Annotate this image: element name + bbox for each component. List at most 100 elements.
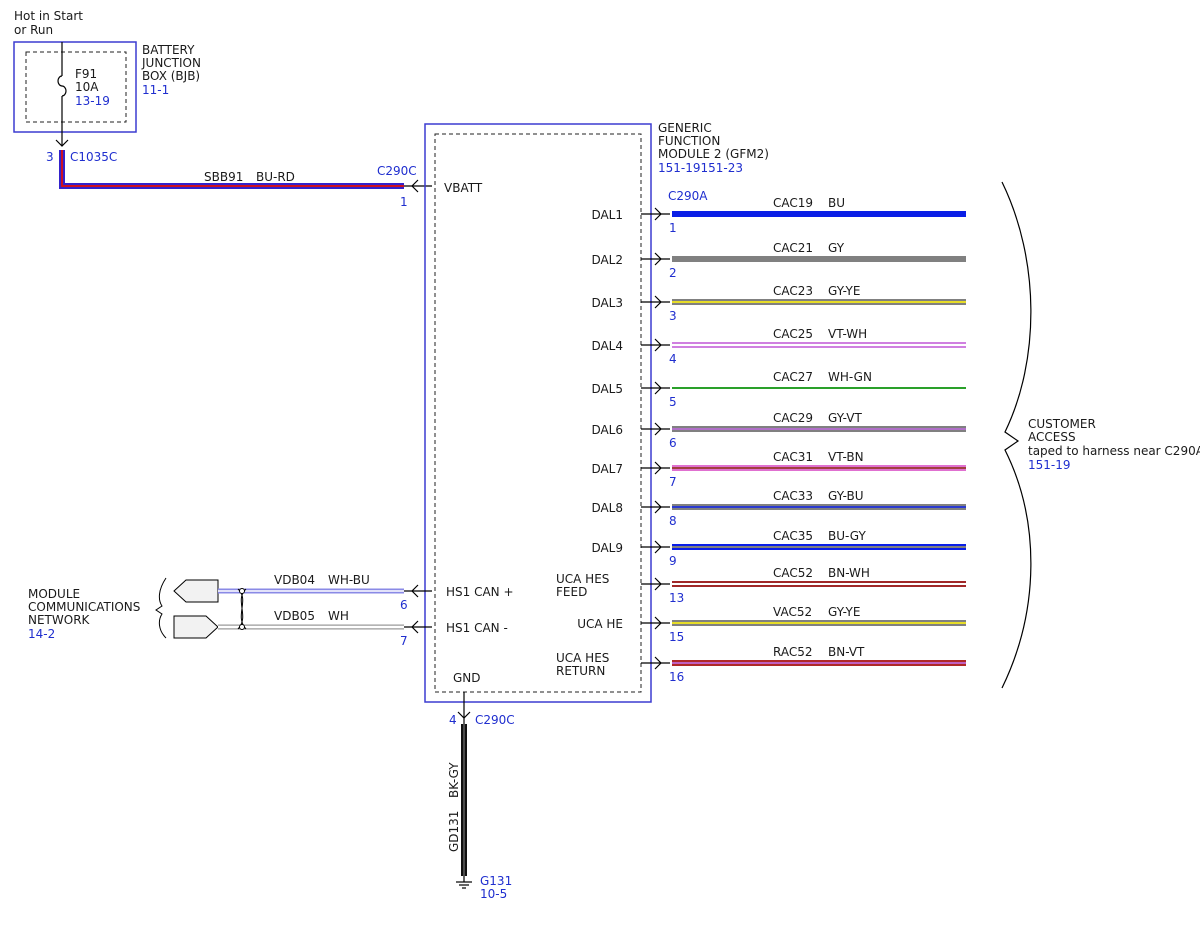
output-color: VT-BN: [828, 450, 864, 464]
customer-access-brace: [1001, 181, 1032, 689]
output-pin: 8: [669, 514, 677, 528]
output-pin-name-line1: UCA HES: [556, 572, 609, 586]
output-circuit: CAC21: [773, 241, 813, 255]
fuse-rating: 10A: [75, 80, 99, 94]
fuse-ref-link[interactable]: 13-19: [75, 94, 110, 108]
customer-access-line3: taped to harness near C290A: [1028, 444, 1200, 458]
output-color: GY-BU: [828, 489, 864, 503]
output-pin: 4: [669, 352, 677, 366]
output-pin: 2: [669, 266, 677, 280]
output-pin-name: DAL2: [591, 253, 623, 267]
network-label-line2: COMMUNICATIONS: [28, 600, 140, 614]
output-pin-name: DAL7: [591, 462, 623, 476]
output-pin: 5: [669, 395, 677, 409]
gnd-pin-name: GND: [453, 671, 481, 685]
output-pin-name: DAL6: [591, 423, 623, 437]
output-pin: 3: [669, 309, 677, 323]
output-pin-name-line2: FEED: [556, 585, 587, 599]
output-circuit: RAC52: [773, 645, 813, 659]
output-pin: 6: [669, 436, 677, 450]
hot-label-line1: Hot in Start: [14, 9, 83, 23]
network-label-line3: NETWORK: [28, 613, 91, 627]
customer-access-line1: CUSTOMER: [1028, 417, 1096, 431]
output-pin: 1: [669, 221, 677, 235]
can-high-pin: 6: [400, 598, 408, 612]
output-circuit: CAC23: [773, 284, 813, 298]
output-pin-name: DAL9: [591, 541, 623, 555]
output-color: GY: [828, 241, 845, 255]
output-circuit: CAC25: [773, 327, 813, 341]
network-ref-link[interactable]: 14-2: [28, 627, 55, 641]
can-low-connector-shape: [173, 615, 219, 639]
output-circuit: CAC19: [773, 196, 813, 210]
output-pin-name-line2: RETURN: [556, 664, 605, 678]
can-low-color: WH: [328, 609, 349, 623]
wiring-diagram: Hot in Start or Run F91 10A 13-19 BATTER…: [13, 9, 1200, 901]
output-circuit: CAC31: [773, 450, 813, 464]
bjb-pin: 3: [46, 150, 54, 164]
output-pin: 7: [669, 475, 677, 489]
ground-color: BK-GY: [447, 762, 461, 798]
customer-access-ref-link[interactable]: 151-19: [1028, 458, 1071, 472]
output-pin-name: DAL1: [591, 208, 623, 222]
customer-access-line2: ACCESS: [1028, 430, 1076, 444]
module-label-line1: GENERIC: [658, 121, 712, 135]
hot-label-line2: or Run: [14, 23, 53, 37]
output-pin-name: DAL3: [591, 296, 623, 310]
connector-c290a-link[interactable]: C290A: [668, 189, 708, 203]
can-high-connector-shape: [173, 579, 219, 603]
output-circuits: DAL1 1 CAC19 BU DAL2 2 CAC21 GY DAL3 3 CAC23 GY-YE D…: [556, 196, 966, 684]
module-label-line3: MODULE 2 (GFM2): [658, 147, 769, 161]
output-color: VT-WH: [828, 327, 867, 341]
connector-c290c-top-link[interactable]: C290C: [377, 164, 417, 178]
supply-color: BU-RD: [256, 170, 295, 184]
output-pin-name: DAL4: [591, 339, 623, 353]
bjb-label-line2: JUNCTION: [141, 56, 201, 70]
can-low-pin: 7: [400, 634, 408, 648]
connector-c290c-bottom-link[interactable]: C290C: [475, 713, 515, 727]
output-color: BN-WH: [828, 566, 870, 580]
output-color: BN-VT: [828, 645, 865, 659]
bjb-label-line3: BOX (BJB): [142, 69, 200, 83]
output-pin: 15: [669, 630, 684, 644]
connector-c1035c-link[interactable]: C1035C: [70, 150, 117, 164]
output-pin-name: DAL5: [591, 382, 623, 396]
output-circuit: CAC29: [773, 411, 813, 425]
output-pin-name: DAL8: [591, 501, 623, 515]
network-label-line1: MODULE: [28, 587, 80, 601]
output-color: GY-YE: [828, 284, 860, 298]
output-color: BU-GY: [828, 529, 866, 543]
supply-circuit: SBB91: [204, 170, 243, 184]
ground-ref-link[interactable]: 10-5: [480, 887, 507, 901]
vbatt-pin-name: VBATT: [444, 181, 483, 195]
output-circuit: CAC27: [773, 370, 813, 384]
can-high-pin-name: HS1 CAN +: [446, 585, 514, 599]
output-circuit: CAC35: [773, 529, 813, 543]
supply-pin: 1: [400, 195, 408, 209]
can-low-circuit: VDB05: [274, 609, 315, 623]
output-pin-name-line1: UCA HES: [556, 651, 609, 665]
can-high-color: WH-BU: [328, 573, 370, 587]
can-high-circuit: VDB04: [274, 573, 315, 587]
output-pin: 13: [669, 591, 684, 605]
fuse-name: F91: [75, 67, 97, 81]
output-circuit: CAC33: [773, 489, 813, 503]
output-color: GY-YE: [828, 605, 860, 619]
bjb-label-line1: BATTERY: [142, 43, 195, 57]
gnd-pin: 4: [449, 713, 457, 727]
output-color: BU: [828, 196, 845, 210]
output-circuit: CAC52: [773, 566, 813, 580]
network-brace: [155, 577, 167, 639]
output-color: GY-VT: [828, 411, 862, 425]
output-pin: 9: [669, 554, 677, 568]
output-color: WH-GN: [828, 370, 872, 384]
bjb-ref-link[interactable]: 11-1: [142, 83, 169, 97]
can-low-pin-name: HS1 CAN -: [446, 621, 508, 635]
output-pin-name: UCA HE: [577, 617, 623, 631]
module-label-line2: FUNCTION: [658, 134, 720, 148]
fuse-symbol: [57, 75, 67, 97]
ground-circuit: GD131: [447, 811, 461, 852]
module-ref-link[interactable]: 151-19151-23: [658, 161, 743, 175]
output-circuit: VAC52: [773, 605, 812, 619]
ground-point-link[interactable]: G131: [480, 874, 512, 888]
